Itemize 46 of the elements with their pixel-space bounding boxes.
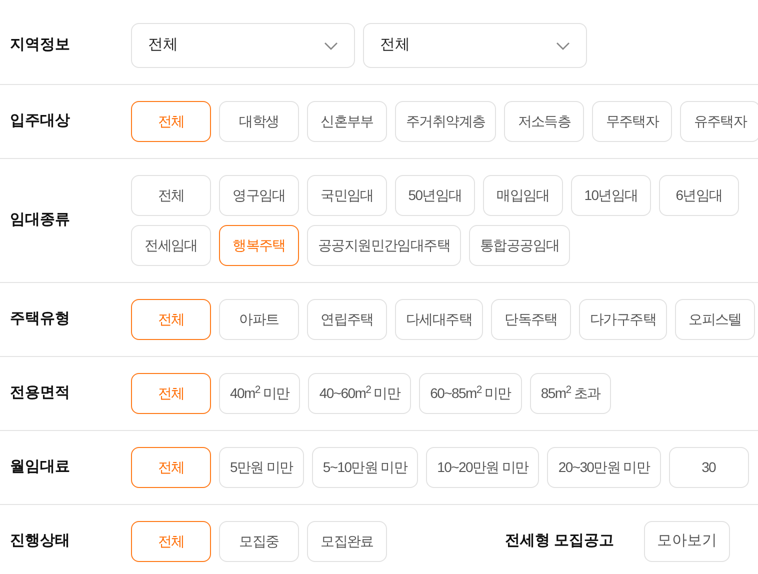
filter-label: 입주대상 (9, 111, 71, 132)
filter-chip[interactable]: 6년임대 (659, 175, 739, 216)
filter-label: 임대종류 (9, 210, 71, 230)
region-dropdown[interactable]: 전체 (131, 23, 355, 68)
chevron-down-icon (324, 42, 338, 50)
filter-chip[interactable]: 통합공공임대 (469, 225, 570, 266)
filter-chip[interactable]: 무주택자 (592, 101, 672, 142)
filter-chip[interactable]: 오피스텔 (675, 299, 756, 340)
filter-chip[interactable]: 10년임대 (571, 175, 651, 216)
filter-label: 지역정보 (9, 35, 71, 56)
filter-chip[interactable]: 모집완료 (307, 521, 387, 562)
filter-chip[interactable]: 매입임대 (483, 175, 563, 216)
filter-chip[interactable]: 10~20만원 미만 (426, 447, 540, 488)
filter-chip[interactable]: 공공지원민간임대주택 (307, 225, 462, 266)
filter-chip[interactable]: 40m$^{2}$ 미만 (219, 373, 300, 414)
filter-chip[interactable]: 신혼부부 (307, 101, 387, 142)
filter-chip[interactable]: 대학생 (219, 101, 299, 142)
filter-chip[interactable]: 주거취약계층 (395, 101, 496, 142)
filter-chip[interactable]: 단독주택 (491, 299, 572, 340)
filter-chip[interactable]: 유주택자 (680, 101, 758, 142)
filter-label: 진행상태 (9, 531, 71, 552)
filter-chip[interactable]: 국민임대 (307, 175, 387, 216)
filter-chip[interactable]: 아파트 (219, 299, 299, 340)
filter-chip[interactable]: 전체 (131, 175, 211, 216)
filter-chip[interactable]: 30 (668, 447, 749, 488)
filter-chip[interactable]: 영구임대 (219, 175, 299, 216)
filter-chip[interactable]: 40~60m$^{2}$ 미만 (308, 373, 412, 414)
filter-chip[interactable]: 다가구주택 (579, 299, 668, 340)
view-all-button[interactable]: 모아보기 (644, 521, 730, 562)
filter-label: 주택유형 (9, 309, 71, 330)
filter-chip[interactable]: 5만원 미만 (219, 447, 304, 488)
filter-chip[interactable]: 5~10만원 미만 (312, 447, 418, 488)
filter-chip[interactable]: 저소득층 (504, 101, 584, 142)
filter-chip[interactable]: 85m$^{2}$ 초과 (530, 373, 612, 414)
filter-chip[interactable]: 50년임대 (395, 175, 475, 216)
filter-chip[interactable]: 연립주택 (307, 299, 387, 340)
section-label: 전세형 모집공고 (505, 531, 614, 552)
region-dropdown[interactable]: 전체 (363, 23, 587, 68)
filter-chip[interactable]: 다세대주택 (395, 299, 484, 340)
filter-chip[interactable]: 20~30만원 미만 (547, 447, 661, 488)
filter-chip[interactable]: 60~85m$^{2}$ 미만 (419, 373, 522, 414)
filter-label: 전용면적 (9, 383, 71, 404)
filter-label: 월임대료 (9, 457, 71, 478)
filter-chip[interactable]: 전세임대 (131, 225, 211, 266)
chevron-down-icon (556, 42, 570, 50)
filter-chip[interactable]: 모집중 (219, 521, 299, 562)
